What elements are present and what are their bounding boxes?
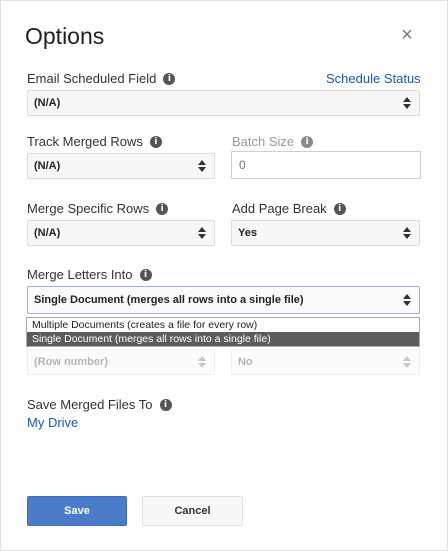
merge-letters-into-text: Merge Letters Into	[27, 267, 133, 282]
my-drive-link[interactable]: My Drive	[27, 415, 78, 430]
merge-letters-into-select[interactable]: Single Document (merges all rows into a …	[27, 286, 420, 314]
row-number-value: (Row number)	[34, 356, 108, 368]
merge-specific-rows-label: Merge Specific Rows i	[27, 201, 169, 216]
cancel-button[interactable]: Cancel	[142, 496, 243, 526]
batch-size-text: Batch Size	[232, 134, 295, 149]
no-select[interactable]: No	[231, 349, 420, 375]
track-merged-rows-value: (N/A)	[34, 160, 61, 172]
track-merged-rows-select[interactable]: (N/A)	[27, 153, 215, 179]
merge-letters-into-dropdown: Multiple Documents (creates a file for e…	[26, 317, 420, 347]
track-merged-rows-text: Track Merged Rows	[27, 134, 143, 149]
dropdown-option-single-document[interactable]: Single Document (merges all rows into a …	[27, 332, 419, 346]
row-number-select[interactable]: (Row number)	[27, 349, 215, 375]
merge-specific-rows-select[interactable]: (N/A)	[27, 220, 215, 246]
options-dialog: Options × Email Scheduled Field i Schedu…	[0, 0, 448, 551]
email-scheduled-field-label: Email Scheduled Field i	[27, 71, 176, 86]
merge-specific-rows-value: (N/A)	[34, 227, 61, 239]
merge-letters-into-value: Single Document (merges all rows into a …	[34, 294, 304, 306]
info-icon[interactable]: i	[156, 202, 169, 215]
save-button[interactable]: Save	[27, 496, 127, 526]
select-arrows-icon	[403, 227, 411, 239]
no-select-value: No	[238, 356, 253, 368]
add-page-break-select[interactable]: Yes	[231, 220, 420, 246]
batch-size-label: Batch Size i	[232, 134, 314, 149]
info-icon[interactable]: i	[149, 135, 162, 148]
email-scheduled-field-text: Email Scheduled Field	[27, 71, 157, 86]
info-icon[interactable]: i	[163, 72, 176, 85]
email-scheduled-field-value: (N/A)	[34, 97, 61, 109]
select-arrows-icon	[403, 356, 411, 368]
save-merged-files-to-label: Save Merged Files To i	[27, 397, 172, 412]
info-icon[interactable]: i	[139, 268, 152, 281]
schedule-status-link[interactable]: Schedule Status	[326, 71, 421, 86]
info-icon[interactable]: i	[333, 202, 346, 215]
dropdown-option-multiple-documents[interactable]: Multiple Documents (creates a file for e…	[27, 318, 419, 332]
email-scheduled-field-select[interactable]: (N/A)	[27, 90, 420, 116]
batch-size-input[interactable]: 0	[231, 151, 421, 179]
save-merged-files-to-text: Save Merged Files To	[27, 397, 153, 412]
merge-letters-into-label: Merge Letters Into i	[27, 267, 152, 282]
select-arrows-icon	[403, 294, 411, 306]
info-icon[interactable]: i	[159, 398, 172, 411]
select-arrows-icon	[198, 160, 206, 172]
select-arrows-icon	[403, 97, 411, 109]
select-arrows-icon	[198, 356, 206, 368]
add-page-break-value: Yes	[238, 227, 257, 239]
add-page-break-text: Add Page Break	[232, 201, 327, 216]
track-merged-rows-label: Track Merged Rows i	[27, 134, 162, 149]
merge-specific-rows-text: Merge Specific Rows	[27, 201, 150, 216]
select-arrows-icon	[198, 227, 206, 239]
dialog-title: Options	[25, 23, 105, 49]
info-icon[interactable]: i	[301, 135, 314, 148]
close-icon[interactable]: ×	[397, 25, 417, 45]
add-page-break-label: Add Page Break i	[232, 201, 346, 216]
